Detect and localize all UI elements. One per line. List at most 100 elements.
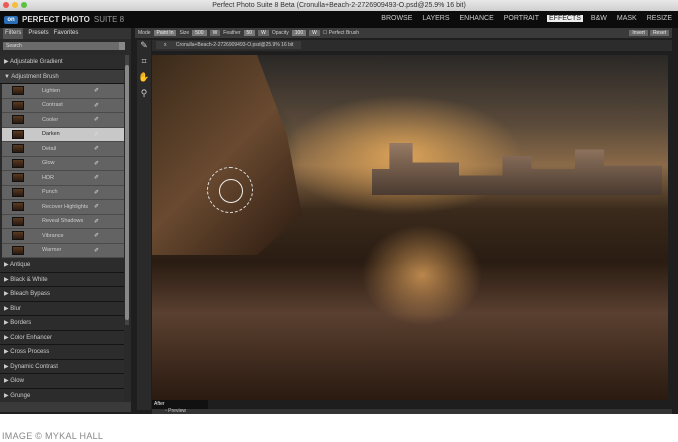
tab-presets[interactable]: Presets xyxy=(28,28,48,39)
size-field[interactable]: 500 xyxy=(192,30,207,36)
filter-category[interactable]: ▶ Adjustable Gradient xyxy=(0,55,124,70)
app-logo: on PERFECT PHOTO SUITE 8 xyxy=(4,15,124,24)
brush-icon[interactable]: ✐ xyxy=(94,116,99,123)
feather-field[interactable]: 50 xyxy=(243,30,256,36)
filter-category[interactable]: ▶ Cross Process xyxy=(0,345,124,360)
brush-preset-item[interactable]: Detail ✐ xyxy=(2,142,124,157)
brush-tool-icon[interactable]: ✎ xyxy=(137,40,151,56)
brush-preset-item[interactable]: Darken ✐ xyxy=(2,127,124,142)
filter-category[interactable]: ▶ Glow xyxy=(0,374,124,389)
minimize-window-button[interactable] xyxy=(12,2,18,8)
zoom-tool-icon[interactable]: ⚲ xyxy=(137,88,151,104)
brush-preset-item[interactable]: Warmer ✐ xyxy=(2,243,124,258)
zoom-window-button[interactable] xyxy=(21,2,27,8)
brush-options-bar: Mode Paint In Size 500 W Feather 50 W Opacity… xyxy=(135,28,672,38)
filters-panel: Filters Presets Favorites Search ▶ Adjusta… xyxy=(0,28,131,412)
close-tab-icon[interactable]: x xyxy=(160,41,171,49)
filter-category[interactable]: ▶ Dynamic Contrast xyxy=(0,359,124,374)
preset-thumbnail xyxy=(12,202,24,212)
brush-icon[interactable]: ✐ xyxy=(94,160,99,167)
nav-mask[interactable]: MASK xyxy=(615,15,639,22)
nav-bw[interactable]: B&W xyxy=(589,15,609,22)
brush-icon[interactable]: ✐ xyxy=(94,145,99,152)
filter-category[interactable]: ▶ Borders xyxy=(0,316,124,331)
brush-icon[interactable]: ✐ xyxy=(94,174,99,181)
filter-category[interactable]: ▶ Blur xyxy=(0,301,124,316)
panel-footer xyxy=(0,402,131,412)
filter-category[interactable]: ▶ Grunge xyxy=(0,388,124,403)
brush-icon[interactable]: ✐ xyxy=(94,218,99,225)
invert-button[interactable]: Invert xyxy=(629,30,648,36)
city-skyline xyxy=(372,143,662,195)
nav-layers[interactable]: LAYERS xyxy=(420,15,451,22)
document-tab[interactable]: x Cronulla+Beach-2-2726909493-O.psd@25.9… xyxy=(152,40,672,51)
perfect-brush-checkbox[interactable]: ☐ Perfect Brush xyxy=(323,30,359,36)
nav-enhance[interactable]: ENHANCE xyxy=(458,15,496,22)
hand-tool-icon[interactable]: ✋ xyxy=(137,72,151,88)
tool-column: ✎ ⌗ ✋ ⚲ xyxy=(137,40,151,410)
brush-preset-item[interactable]: Cooler ✐ xyxy=(2,113,124,128)
brush-icon[interactable]: ✐ xyxy=(94,102,99,109)
preset-thumbnail xyxy=(12,187,24,197)
brush-icon[interactable]: ✐ xyxy=(94,189,99,196)
collapsed-arrow-icon: ▶ xyxy=(4,334,9,341)
size-w-button[interactable]: W xyxy=(209,30,221,36)
brush-preset-item[interactable]: Punch ✐ xyxy=(2,185,124,200)
preset-thumbnail xyxy=(12,158,24,168)
nav-effects[interactable]: EFFECTS xyxy=(547,15,583,22)
photo-canvas[interactable] xyxy=(152,55,668,400)
collapsed-arrow-icon: ▶ xyxy=(4,276,9,283)
filter-category[interactable]: ▶ Black & White xyxy=(0,272,124,287)
module-nav: BROWSE LAYERS ENHANCE PORTRAIT EFFECTS B&W MAS… xyxy=(379,15,674,22)
filter-category[interactable]: ▶ Bleach Bypass xyxy=(0,287,124,302)
filter-category[interactable]: ▶ Color Enhancer xyxy=(0,330,124,345)
crop-tool-icon[interactable]: ⌗ xyxy=(137,56,151,72)
brush-icon[interactable]: ✐ xyxy=(94,131,99,138)
preset-thumbnail xyxy=(12,144,24,154)
feather-w-button[interactable]: W xyxy=(258,30,269,36)
nav-browse[interactable]: BROWSE xyxy=(379,15,414,22)
reset-button[interactable]: Reset xyxy=(649,30,669,36)
collapsed-arrow-icon: ▶ xyxy=(4,59,9,65)
expanded-arrow-icon: ▼ xyxy=(4,73,10,80)
search-clear-icon[interactable] xyxy=(119,42,125,50)
image-credit: IMAGE © MYKAL HALL xyxy=(2,431,104,441)
collapsed-arrow-icon: ▶ xyxy=(4,291,9,297)
preview-toggle[interactable]: ▫ Preview xyxy=(165,409,186,414)
rock-cliff xyxy=(152,55,302,255)
brush-preset-item[interactable]: Vibrance ✐ xyxy=(2,229,124,244)
preset-thumbnail xyxy=(12,115,24,125)
collapsed-arrow-icon: ▶ xyxy=(4,378,9,384)
brush-preset-item[interactable]: Recover Highlights ✐ xyxy=(2,200,124,215)
filter-category[interactable]: ▼ Adjustment Brush xyxy=(0,69,124,84)
opacity-w-button[interactable]: W xyxy=(309,30,320,36)
collapsed-arrow-icon: ▶ xyxy=(4,320,9,326)
brush-icon[interactable]: ✐ xyxy=(94,203,99,210)
filter-list: ▶ Adjustable Gradient ▼ Adjustment Brush L… xyxy=(0,55,124,403)
brush-preset-item[interactable]: HDR ✐ xyxy=(2,171,124,186)
brush-icon[interactable]: ✐ xyxy=(94,247,99,254)
brush-preset-item[interactable]: Reveal Shadows ✐ xyxy=(2,214,124,229)
opacity-field[interactable]: 100 xyxy=(291,30,307,36)
preset-thumbnail xyxy=(12,129,24,139)
logo-mark-icon: on xyxy=(4,15,18,24)
preset-thumbnail xyxy=(12,86,24,96)
panel-scrollbar[interactable] xyxy=(125,55,129,325)
tab-filters[interactable]: Filters xyxy=(3,28,24,39)
collapsed-arrow-icon: ▶ xyxy=(4,262,9,268)
view-bar xyxy=(152,409,672,414)
brush-icon[interactable]: ✐ xyxy=(94,87,99,94)
brush-preset-item[interactable]: Lighten ✐ xyxy=(2,84,124,99)
close-window-button[interactable] xyxy=(3,2,9,8)
nav-portrait[interactable]: PORTRAIT xyxy=(502,15,541,22)
mode-select[interactable]: Paint In xyxy=(153,30,177,36)
search-input[interactable]: Search xyxy=(3,42,125,50)
preset-thumbnail xyxy=(12,231,24,241)
brush-preset-item[interactable]: Contrast ✐ xyxy=(2,98,124,113)
filter-category[interactable]: ▶ Antique xyxy=(0,258,124,273)
brush-icon[interactable]: ✐ xyxy=(94,232,99,239)
tab-favorites[interactable]: Favorites xyxy=(54,28,79,39)
brush-preset-item[interactable]: Glow ✐ xyxy=(2,156,124,171)
window-title: Perfect Photo Suite 8 Beta (Cronulla+Bea… xyxy=(212,2,466,9)
nav-resize[interactable]: RESIZE xyxy=(645,15,674,22)
